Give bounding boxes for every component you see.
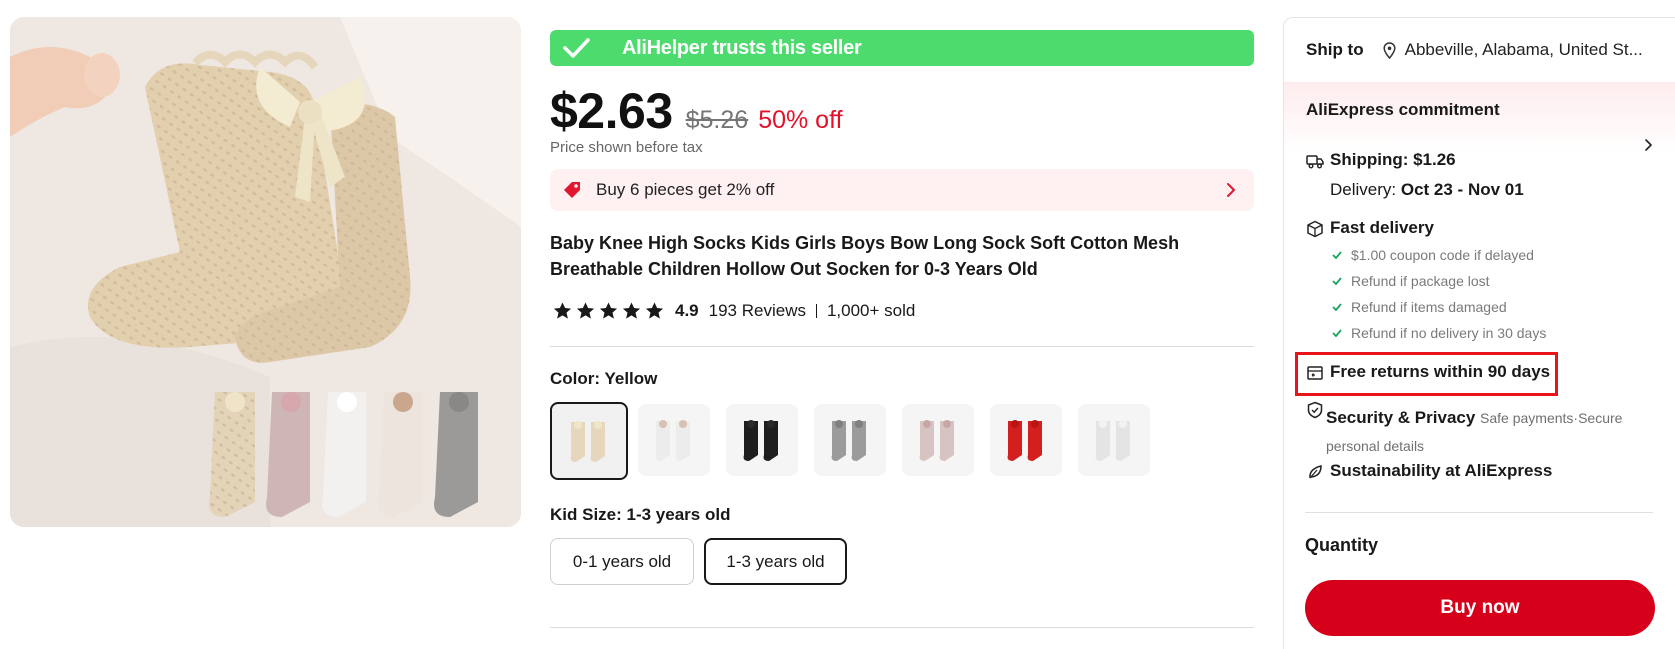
product-title: Baby Knee High Socks Kids Girls Boys Bow…: [550, 233, 1180, 279]
size-option-0-1[interactable]: 0-1 years old: [550, 538, 694, 585]
sock-thumbnail: [743, 420, 778, 461]
color-swatch-gray[interactable]: [814, 404, 886, 476]
separator: [815, 304, 817, 318]
original-price: $5.26: [685, 106, 749, 134]
check-icon: [1332, 277, 1342, 285]
color-swatch-red[interactable]: [990, 404, 1062, 476]
quantity-label: Quantity: [1305, 535, 1379, 555]
check-icon: [1332, 329, 1342, 337]
promo-text: Buy 6 pieces get 2% off: [596, 180, 775, 199]
size-option-1-3[interactable]: 1-3 years old: [704, 538, 847, 585]
delivery-dates: Oct 23 - Nov 01: [1400, 180, 1524, 199]
size-label-prefix: Kid Size:: [550, 505, 627, 524]
star-icon: [553, 302, 572, 319]
star-icon: [622, 302, 641, 319]
fast-delivery-item-text: Refund if package lost: [1351, 273, 1490, 289]
fast-delivery-item: $1.00 coupon code if delayed: [1332, 247, 1534, 263]
check-icon: [1332, 303, 1342, 311]
discount-label: 50% off: [758, 106, 843, 134]
color-label-prefix: Color:: [550, 369, 605, 388]
package-icon: [1307, 220, 1323, 238]
location-pin-icon: [1383, 41, 1396, 59]
check-icon: [563, 38, 590, 58]
leaf-icon: [1309, 465, 1322, 479]
trust-banner: AliHelper trusts this seller: [550, 30, 1254, 66]
rating-row: 4.9 193 Reviews 1,000+ sold: [552, 301, 915, 321]
color-swatch-white[interactable]: [638, 404, 710, 476]
sustainability-link[interactable]: Sustainability at AliExpress: [1330, 461, 1552, 481]
commitment-title: AliExpress commitment: [1306, 100, 1500, 119]
color-swatch-pink[interactable]: [902, 404, 974, 476]
sock-thumbnail: [919, 420, 954, 461]
security-privacy: Security & Privacy Safe payments·Secure …: [1326, 404, 1646, 460]
fast-delivery-item: Refund if no delivery in 30 days: [1332, 325, 1546, 341]
sold-count: 1,000+ sold: [826, 301, 916, 320]
product-photo: [10, 17, 521, 527]
fast-delivery-item: Refund if items damaged: [1332, 299, 1507, 315]
sock-thumbnail: [831, 420, 866, 461]
color-swatch-yellow[interactable]: [550, 402, 628, 480]
chevron-right-icon: [1227, 183, 1235, 197]
color-swatch-black[interactable]: [726, 404, 798, 476]
rating-value: 4.9: [675, 301, 699, 320]
promo-bar[interactable]: Buy 6 pieces get 2% off: [550, 169, 1254, 211]
divider: [1305, 512, 1653, 513]
fast-delivery-item: Refund if package lost: [1332, 273, 1490, 289]
star-rating: [552, 301, 665, 321]
reviews-link[interactable]: 193 Reviews: [709, 301, 806, 321]
price-row: $2.63 $5.26 50% off: [550, 82, 843, 140]
current-price: $2.63: [550, 83, 673, 139]
divider: [550, 627, 1254, 628]
fast-delivery-item-text: Refund if items damaged: [1351, 299, 1507, 315]
product-image[interactable]: [10, 17, 521, 527]
fast-delivery-item-text: $1.00 coupon code if delayed: [1351, 247, 1534, 263]
sock-thumbnail: [570, 421, 605, 462]
color-swatch-light-white[interactable]: [1078, 404, 1150, 476]
tax-note: Price shown before tax: [550, 139, 703, 156]
shield-icon: [1307, 401, 1323, 419]
star-icon: [645, 302, 664, 319]
ship-to-label: Ship to: [1306, 40, 1364, 59]
divider: [550, 346, 1254, 347]
size-selected-value: 1-3 years old: [626, 505, 731, 524]
shipping-cost: Shipping: $1.26: [1330, 150, 1456, 169]
color-label: Color: Yellow: [550, 369, 657, 389]
delivery-row: Delivery: Oct 23 - Nov 01: [1330, 180, 1524, 200]
ship-to-address: Abbeville, Alabama, United St...: [1404, 40, 1643, 59]
delivery-label: Delivery:: [1330, 180, 1401, 199]
buy-now-button[interactable]: Buy now: [1305, 580, 1655, 636]
trust-banner-text: AliHelper trusts this seller: [622, 36, 862, 59]
star-icon: [599, 302, 618, 319]
check-icon: [1332, 251, 1342, 259]
truck-icon: [1306, 155, 1324, 169]
sock-thumbnail: [1007, 420, 1042, 461]
fast-delivery-title: Fast delivery: [1330, 218, 1434, 237]
chevron-right-icon[interactable]: [1644, 138, 1653, 152]
security-title: Security & Privacy: [1326, 408, 1476, 427]
sock-thumbnail: [1095, 420, 1130, 461]
star-icon: [576, 302, 595, 319]
coupon-tag-icon: [564, 182, 580, 198]
sock-thumbnail: [655, 420, 690, 461]
size-label: Kid Size: 1-3 years old: [550, 505, 730, 525]
color-selected-value: Yellow: [604, 369, 658, 388]
fast-delivery-item-text: Refund if no delivery in 30 days: [1351, 325, 1547, 341]
free-returns-highlight: [1295, 352, 1558, 396]
ship-to-row[interactable]: Ship to Abbeville, Alabama, United St...: [1306, 40, 1643, 60]
